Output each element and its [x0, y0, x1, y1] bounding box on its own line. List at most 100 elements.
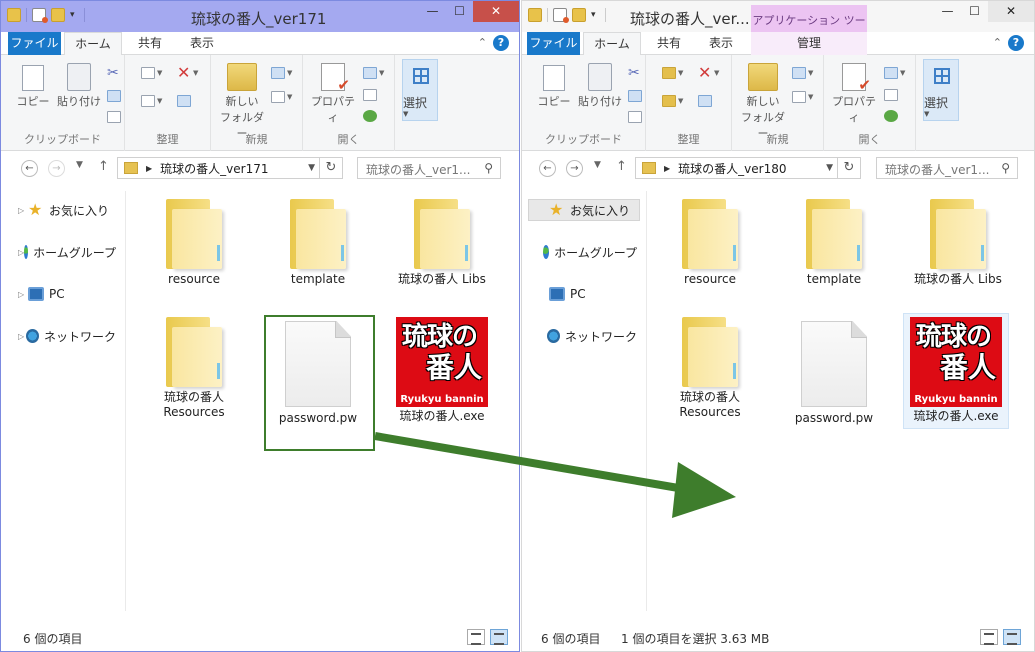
rename-icon[interactable]: [177, 95, 191, 107]
help-icon[interactable]: ?: [1008, 35, 1024, 51]
up-arrow-icon[interactable]: ↑: [616, 159, 627, 174]
delete-icon[interactable]: ✕: [698, 65, 712, 81]
nav-item-homegroup[interactable]: ホームグループ: [522, 241, 637, 263]
paste-button[interactable]: 貼り付け: [576, 63, 624, 109]
nav-item-pc[interactable]: PC: [522, 283, 637, 305]
edit-icon[interactable]: [884, 89, 898, 101]
maximize-button[interactable]: ☐: [961, 1, 988, 22]
expand-arrow-icon[interactable]: ▷: [18, 290, 28, 299]
tab-file[interactable]: ファイル: [527, 32, 580, 55]
move-to-icon[interactable]: [662, 67, 676, 79]
chevron-down-icon[interactable]: ▼: [678, 69, 683, 77]
tab-share[interactable]: 共有: [644, 32, 694, 55]
minimize-button[interactable]: —: [419, 1, 446, 22]
new-folder-quick-icon[interactable]: [572, 8, 586, 22]
delete-icon[interactable]: ✕: [177, 65, 191, 81]
folder-item[interactable]: template: [263, 199, 373, 287]
search-input[interactable]: 琉球の番人_ver1... ⚲: [357, 157, 501, 179]
nav-item-network[interactable]: ネットワーク: [522, 325, 637, 347]
chevron-down-icon[interactable]: ▼: [157, 97, 162, 105]
tab-share[interactable]: 共有: [125, 32, 175, 55]
exe-item[interactable]: 琉球の 番人 Ryukyu bannin 琉球の番人.exe: [901, 317, 1011, 424]
easy-access-icon[interactable]: [792, 91, 806, 103]
chevron-down-icon[interactable]: ▼: [900, 69, 905, 77]
rename-icon[interactable]: [698, 95, 712, 107]
paste-shortcut-icon[interactable]: [628, 111, 642, 123]
large-icons-view-button[interactable]: [1003, 629, 1021, 645]
select-button[interactable]: 選択 ▼: [402, 59, 438, 121]
chevron-down-icon[interactable]: ▼: [714, 69, 719, 77]
chevron-down-icon[interactable]: ▼: [193, 69, 198, 77]
up-arrow-icon[interactable]: ↑: [98, 159, 109, 174]
breadcrumb-arrow-icon[interactable]: ▶: [146, 164, 152, 173]
move-to-icon[interactable]: [141, 67, 155, 79]
forward-button[interactable]: →: [48, 160, 65, 177]
nav-item-network[interactable]: ▷ ネットワーク: [1, 325, 116, 347]
new-folder-button[interactable]: 新しい フォルダー: [219, 63, 265, 141]
breadcrumb[interactable]: 琉球の番人_ver180: [678, 160, 786, 177]
open-icon[interactable]: [363, 67, 377, 79]
history-icon[interactable]: [884, 110, 898, 122]
forward-button[interactable]: →: [566, 160, 583, 177]
select-button[interactable]: 選択 ▼: [923, 59, 959, 121]
expand-arrow-icon[interactable]: ▷: [18, 206, 28, 215]
recent-locations-icon[interactable]: ▼: [76, 160, 83, 170]
refresh-button[interactable]: ↻: [838, 157, 861, 179]
chevron-down-icon[interactable]: ▼: [808, 93, 813, 101]
easy-access-icon[interactable]: [271, 91, 285, 103]
folder-item[interactable]: resource: [139, 199, 249, 287]
minimize-button[interactable]: —: [934, 1, 961, 22]
new-folder-button[interactable]: 新しい フォルダー: [740, 63, 786, 141]
chevron-down-icon[interactable]: ▼: [287, 93, 292, 101]
scissors-icon[interactable]: ✂: [107, 66, 121, 80]
chevron-down-icon[interactable]: ▼: [678, 97, 683, 105]
copy-to-icon[interactable]: [662, 95, 676, 107]
exe-item[interactable]: 琉球の 番人 Ryukyu bannin 琉球の番人.exe: [387, 317, 497, 424]
chevron-down-icon[interactable]: ▼: [287, 69, 292, 77]
back-button[interactable]: ←: [21, 160, 38, 177]
breadcrumb[interactable]: 琉球の番人_ver171: [160, 160, 268, 177]
details-view-button[interactable]: [980, 629, 998, 645]
new-folder-quick-icon[interactable]: [51, 8, 65, 22]
close-button[interactable]: ✕: [473, 1, 519, 22]
properties-quick-icon[interactable]: [32, 8, 48, 23]
nav-item-favorites[interactable]: ★ お気に入り: [528, 199, 640, 221]
nav-item-pc[interactable]: ▷ PC: [1, 283, 116, 305]
maximize-button[interactable]: ☐: [446, 1, 473, 22]
large-icons-view-button[interactable]: [490, 629, 508, 645]
address-bar[interactable]: ▶ 琉球の番人_ver171 ▼: [117, 157, 320, 179]
expand-arrow-icon[interactable]: ▷: [18, 332, 26, 341]
chevron-down-icon[interactable]: ▾: [591, 10, 600, 20]
recent-locations-icon[interactable]: ▼: [594, 160, 601, 170]
tab-home[interactable]: ホーム: [583, 32, 641, 56]
file-item[interactable]: password.pw: [779, 321, 889, 426]
folder-item[interactable]: 琉球の番人 Libs: [387, 199, 497, 287]
properties-button[interactable]: プロパティ: [828, 63, 880, 125]
paste-shortcut-icon[interactable]: [107, 111, 121, 123]
copy-button[interactable]: コピー: [534, 61, 574, 109]
help-icon[interactable]: ?: [493, 35, 509, 51]
chevron-down-icon[interactable]: ▼: [308, 163, 315, 173]
breadcrumb-arrow-icon[interactable]: ▶: [664, 164, 670, 173]
tab-file[interactable]: ファイル: [8, 32, 61, 55]
folder-item[interactable]: 琉球の番人 Resources: [655, 317, 765, 420]
chevron-down-icon[interactable]: ▼: [157, 69, 162, 77]
chevron-down-icon[interactable]: ▾: [70, 10, 79, 20]
details-view-button[interactable]: [467, 629, 485, 645]
close-button[interactable]: ✕: [988, 1, 1034, 22]
folder-item[interactable]: 琉球の番人 Resources: [139, 317, 249, 420]
back-button[interactable]: ←: [539, 160, 556, 177]
folder-item[interactable]: resource: [655, 199, 765, 287]
paste-button[interactable]: 貼り付け: [55, 63, 103, 109]
tab-view[interactable]: 表示: [696, 32, 746, 55]
open-icon[interactable]: [884, 67, 898, 79]
copy-path-icon[interactable]: [628, 90, 642, 102]
file-item[interactable]: password.pw: [263, 321, 373, 426]
scissors-icon[interactable]: ✂: [628, 66, 642, 80]
tab-manage[interactable]: 管理: [751, 32, 867, 55]
nav-item-homegroup[interactable]: ▷ ホームグループ: [1, 241, 116, 263]
tab-view[interactable]: 表示: [177, 32, 227, 55]
address-bar[interactable]: ▶ 琉球の番人_ver180 ▼: [635, 157, 838, 179]
new-item-icon[interactable]: [792, 67, 806, 79]
ribbon-collapse-icon[interactable]: ⌃: [993, 36, 1002, 49]
